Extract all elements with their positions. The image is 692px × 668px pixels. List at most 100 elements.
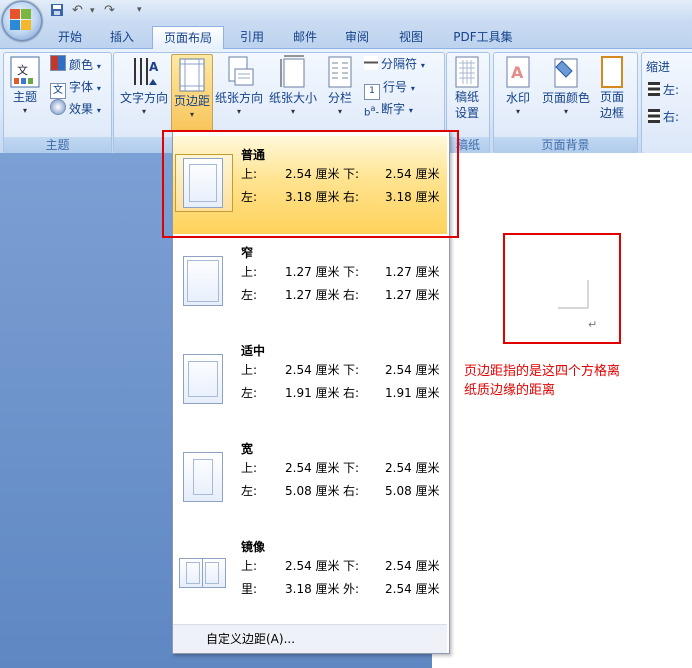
size-button[interactable]: 纸张大小 ▾ [266,55,320,118]
preset-value: 3.18 厘米 [285,582,340,596]
text-direction-label: 文字方向 [119,91,168,105]
preset-value: 1.27 厘米 [385,288,440,302]
text-direction-button[interactable]: A 文字方向 ▾ [118,55,170,118]
margins-dropdown-icon: ▾ [189,110,194,119]
themes-dropdown-icon: ▾ [22,106,27,115]
preset-label: 右: [343,484,360,498]
indent-left-label: 左: [663,83,680,97]
fonts-label: 字体 [69,80,94,94]
fonts-button[interactable]: 文字体 ▾ [50,77,101,99]
indent-title: 缩进 [646,60,671,74]
tab-references[interactable]: 引用 [230,26,274,48]
margins-button[interactable]: 页边距 ▾ [171,54,213,132]
preset-label: 左: [241,288,258,302]
breaks-label: 分隔符 [381,57,418,71]
page-borders-button[interactable]: 页面边框 [594,55,630,121]
tab-mailings[interactable]: 邮件 [282,26,328,48]
page-borders-label: 页面边框 [599,90,624,120]
tab-review[interactable]: 审阅 [334,26,380,48]
svg-text:A: A [149,60,159,74]
tab-insert[interactable]: 插入 [100,26,144,48]
preset-label: 右: [343,386,360,400]
size-dropdown-icon: ▾ [290,107,295,116]
preset-value: 2.54 厘米 [285,559,340,573]
preset-value: 5.08 厘米 [285,484,340,498]
manuscript-settings-button[interactable]: 稿纸设置 [448,55,486,121]
indent-right-label: 右: [663,110,680,124]
manuscript-icon [455,56,479,88]
highlight-box-margin-corner [503,233,621,344]
hyphenation-button[interactable]: ba- 断字 ▾ [364,99,413,119]
effects-icon [50,99,66,115]
preset-value: 1.91 厘米 [285,386,340,400]
undo-dropdown-icon[interactable]: ▾ [90,6,95,16]
preset-value: 1.91 厘米 [385,386,440,400]
svg-text:文: 文 [17,63,28,77]
preset-label: 上: [241,461,258,475]
line-numbers-icon: 1 [364,84,380,100]
orientation-button[interactable]: 纸张方向 ▾ [212,55,266,118]
watermark-icon: A [506,56,530,88]
orientation-icon [228,56,254,86]
indent-right-icon [648,109,660,123]
indent-right-field[interactable]: 右: [648,107,679,127]
indent-left-icon [648,82,660,96]
margin-preset-mirrored[interactable]: 镜像 上: 2.54 厘米 下: 2.54 厘米 里: 3.18 厘米 外: 2… [173,528,447,626]
indent-left-field[interactable]: 左: [648,80,679,100]
tab-pdf-tools[interactable]: PDF工具集 [446,26,520,48]
page-color-dropdown-icon: ▾ [563,107,568,116]
tab-view[interactable]: 视图 [388,26,434,48]
page-color-label: 页面颜色 [541,91,590,105]
columns-dropdown-icon: ▾ [337,107,342,116]
line-numbers-label: 行号 [383,80,408,94]
tab-page-layout[interactable]: 页面布局 [152,26,224,50]
page-color-button[interactable]: 页面颜色 ▾ [540,55,592,118]
watermark-button[interactable]: A 水印 ▾ [498,55,538,118]
margin-preset-narrow[interactable]: 窄 上: 1.27 厘米 下: 1.27 厘米 左: 1.27 厘米 右: 1.… [173,234,447,332]
margin-preset-moderate[interactable]: 适中 上: 2.54 厘米 下: 2.54 厘米 左: 1.91 厘米 右: 1… [173,332,447,430]
preset-value: 2.54 厘米 [385,461,440,475]
preset-value: 2.54 厘米 [285,363,340,377]
office-logo-icon [10,9,31,30]
preset-name: 宽 [241,442,254,456]
breaks-button[interactable]: 分隔符 ▾ [364,54,425,74]
themes-label: 主题 [12,90,37,104]
colors-label: 颜色 [69,58,94,72]
document-page[interactable] [432,153,692,668]
margins-label: 页边距 [173,94,210,108]
preset-value: 1.27 厘米 [285,288,340,302]
text-direction-dropdown-icon: ▾ [141,107,146,116]
custom-margins-label: 自定义边距(A)... [206,632,296,646]
breaks-icon [364,56,378,70]
preset-label: 下: [343,363,360,377]
size-label: 纸张大小 [268,91,317,105]
preset-value: 1.27 厘米 [285,265,340,279]
preset-value: 5.08 厘米 [385,484,440,498]
customize-qat-icon[interactable]: ▾ [137,5,142,15]
save-icon[interactable] [50,3,64,21]
preset-label: 左: [241,386,258,400]
preset-label: 上: [241,265,258,279]
tab-home[interactable]: 开始 [48,26,92,48]
ribbon-tabs: 开始 插入 页面布局 引用 邮件 审阅 视图 PDF工具集 [0,24,692,50]
page-borders-icon [601,56,623,88]
preset-value: 2.54 厘米 [385,582,440,596]
margin-preset-wide[interactable]: 宽 上: 2.54 厘米 下: 2.54 厘米 左: 5.08 厘米 右: 5.… [173,430,447,528]
text-direction-icon: A [134,58,159,85]
themes-button[interactable]: 文 主题 ▾ [6,56,44,117]
moderate-thumb-icon [183,354,223,404]
colors-button[interactable]: 颜色 ▾ [50,55,101,75]
preset-name: 窄 [241,246,254,260]
preset-value: 1.27 厘米 [385,265,440,279]
columns-button[interactable]: 分栏 ▾ [322,55,358,118]
redo-icon[interactable]: ↷ [104,3,115,18]
preset-value: 2.54 厘米 [385,363,440,377]
svg-text:A: A [511,63,524,82]
preset-label: 上: [241,559,258,573]
hyphenation-icon: ba- [364,102,380,118]
size-icon [280,55,305,88]
undo-icon[interactable]: ↶ [72,3,83,18]
watermark-label: 水印 [505,91,530,105]
effects-button[interactable]: 效果 ▾ [50,99,101,119]
line-numbers-button[interactable]: 1 行号 ▾ [364,77,415,100]
